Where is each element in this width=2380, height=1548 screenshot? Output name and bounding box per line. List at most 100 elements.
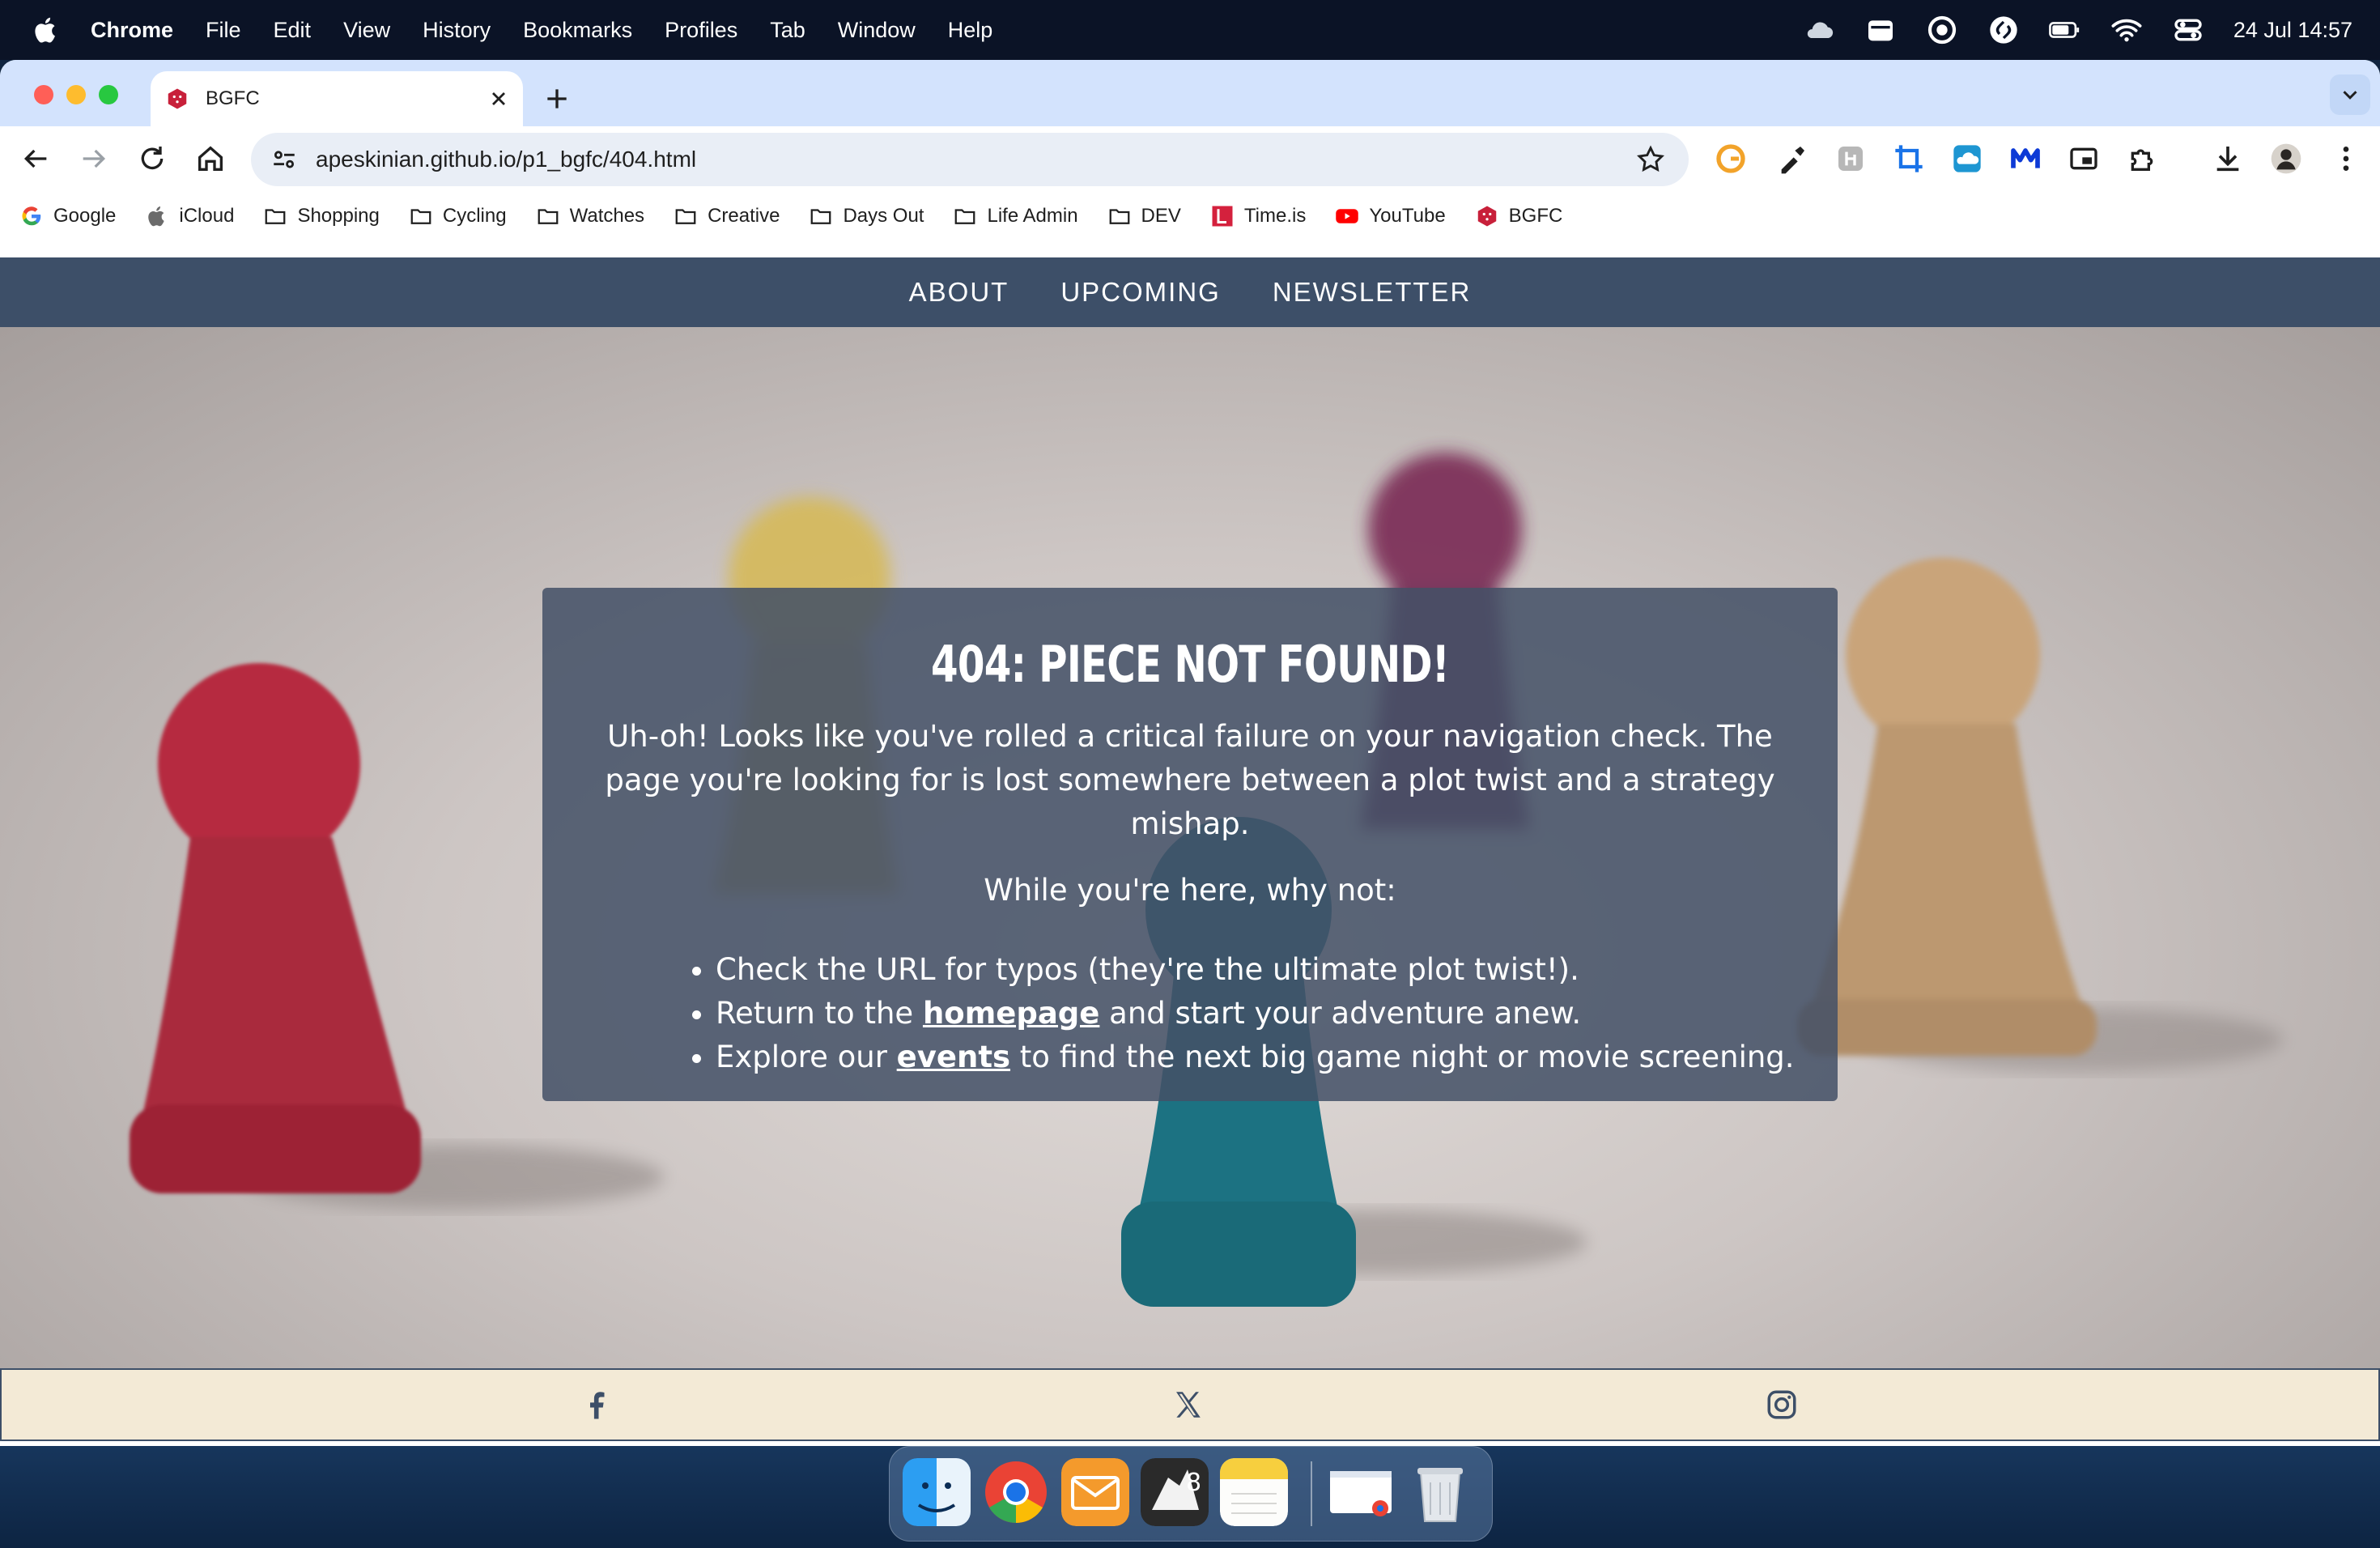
menu-tab[interactable]: Tab: [770, 18, 805, 43]
bookmark-google[interactable]: Google: [19, 204, 116, 228]
menu-history[interactable]: History: [423, 18, 491, 43]
bookmark-folder-cycling[interactable]: Cycling: [409, 204, 507, 228]
bookmark-label: iCloud: [179, 205, 235, 227]
calendar-icon[interactable]: [1864, 14, 1897, 46]
close-window-button[interactable]: [34, 85, 53, 104]
nav-newsletter[interactable]: NEWSLETTER: [1273, 277, 1472, 308]
menu-app-name[interactable]: Chrome: [91, 18, 173, 43]
site-info-icon[interactable]: [270, 146, 298, 173]
svg-text:8: 8: [1186, 1469, 1201, 1497]
timeis-icon: [1212, 206, 1233, 227]
game-app-icon[interactable]: 8: [1141, 1458, 1209, 1526]
close-tab-icon[interactable]: [487, 87, 510, 110]
more-icon[interactable]: [2330, 142, 2362, 175]
nav-about[interactable]: ABOUT: [909, 277, 1009, 308]
chrome-window-thumbnail[interactable]: [1327, 1458, 1395, 1526]
dock: 8: [889, 1446, 1493, 1542]
malwarebytes-icon[interactable]: [2009, 142, 2042, 175]
dock-divider: [1311, 1461, 1312, 1526]
bookmark-folder-watches[interactable]: Watches: [536, 204, 644, 228]
bookmark-label: Google: [53, 205, 117, 227]
finder-icon[interactable]: [903, 1458, 971, 1526]
minimize-window-button[interactable]: [66, 85, 86, 104]
bookmark-youtube[interactable]: YouTube: [1335, 204, 1446, 228]
menu-edit[interactable]: Edit: [274, 18, 312, 43]
new-tab-icon[interactable]: [541, 83, 573, 115]
menubar-clock[interactable]: 24 Jul 14:57: [2233, 18, 2352, 43]
bookmark-folder-creative[interactable]: Creative: [674, 204, 780, 228]
battery-icon[interactable]: [2049, 14, 2081, 46]
reload-icon[interactable]: [136, 142, 168, 175]
folder-icon: [675, 209, 696, 224]
bookmark-folder-shopping[interactable]: Shopping: [263, 204, 380, 228]
folder-icon: [1109, 209, 1129, 224]
picture-in-picture-icon[interactable]: [2068, 142, 2100, 175]
forward-icon[interactable]: [78, 142, 110, 175]
dice-icon: [168, 88, 187, 109]
facebook-icon[interactable]: [579, 1388, 613, 1422]
google-icon: [22, 206, 41, 226]
menu-help[interactable]: Help: [948, 18, 993, 43]
wifi-icon[interactable]: [2110, 14, 2143, 46]
bookmark-label: Time.is: [1243, 205, 1307, 227]
download-icon[interactable]: [2212, 142, 2244, 175]
macos-menu-bar: Chrome File Edit View History Bookmarks …: [0, 0, 2380, 60]
shazam-icon[interactable]: [1987, 14, 2020, 46]
tip-text: and start your adventure anew.: [1099, 996, 1582, 1031]
menu-window[interactable]: Window: [838, 18, 916, 43]
tip-text: Explore our: [716, 1040, 897, 1074]
tip-item: Return to the homepage and start your ad…: [716, 992, 1838, 1036]
control-center-icon[interactable]: [2172, 14, 2204, 46]
folder-icon: [538, 209, 558, 224]
home-icon[interactable]: [194, 142, 227, 175]
profile-avatar[interactable]: [2270, 142, 2302, 175]
bookmark-folder-dev[interactable]: DEV: [1107, 204, 1181, 228]
bookmark-bgfc[interactable]: BGFC: [1475, 204, 1562, 228]
tab-search-button[interactable]: [2330, 74, 2370, 115]
menu-profiles[interactable]: Profiles: [665, 18, 737, 43]
tab-bgfc[interactable]: BGFC: [151, 71, 523, 126]
site-footer: [0, 1368, 2380, 1441]
bookmarks-bar: Google iCloud Shopping Cycling Watches C…: [0, 191, 2380, 241]
back-icon[interactable]: [19, 142, 52, 175]
mail-icon[interactable]: [1061, 1458, 1129, 1526]
bookmark-timeis[interactable]: Time.is: [1210, 204, 1306, 228]
focus-icon[interactable]: [1926, 14, 1958, 46]
tab-title: BGFC: [206, 87, 260, 109]
error-prompt: While you're here, why not:: [984, 873, 1396, 908]
menu-view[interactable]: View: [343, 18, 390, 43]
crop-icon[interactable]: [1893, 142, 1925, 175]
homepage-link[interactable]: homepage: [923, 996, 1099, 1031]
menu-file[interactable]: File: [206, 18, 241, 43]
x-icon[interactable]: [1171, 1388, 1205, 1422]
cloud-extension-icon[interactable]: [1951, 142, 1983, 175]
bookmark-label: Watches: [569, 205, 645, 227]
apple-menu-icon[interactable]: [31, 15, 62, 45]
notes-icon[interactable]: [1220, 1458, 1288, 1526]
bookmark-folder-life-admin[interactable]: Life Admin: [953, 204, 1078, 228]
site-navigation: ABOUT UPCOMING NEWSLETTER: [0, 257, 2380, 327]
eyedropper-icon[interactable]: [1776, 142, 1808, 175]
address-text[interactable]: apeskinian.github.io/p1_bgfc/404.html: [316, 147, 1635, 172]
apple-icon: [148, 206, 165, 227]
dice-icon: [1477, 206, 1496, 227]
folder-icon: [955, 209, 975, 224]
cloud-icon[interactable]: [1803, 14, 1835, 46]
bookmark-star-icon[interactable]: [1635, 144, 1666, 175]
events-link[interactable]: events: [897, 1040, 1010, 1074]
grammarly-icon[interactable]: [1715, 142, 1747, 175]
bookmark-folder-days-out[interactable]: Days Out: [809, 204, 924, 228]
trash-icon[interactable]: [1406, 1458, 1474, 1526]
address-bar[interactable]: apeskinian.github.io/p1_bgfc/404.html: [251, 133, 1689, 186]
bookmark-label: Creative: [708, 205, 780, 227]
instagram-icon[interactable]: [1765, 1388, 1799, 1422]
puzzle-icon[interactable]: [2126, 142, 2158, 175]
extension-h-icon[interactable]: [1834, 142, 1867, 175]
zoom-window-button[interactable]: [99, 85, 118, 104]
bookmark-label: YouTube: [1369, 205, 1446, 227]
chrome-icon[interactable]: [982, 1458, 1050, 1526]
folder-icon: [266, 209, 286, 224]
nav-upcoming[interactable]: UPCOMING: [1060, 277, 1221, 308]
menu-bookmarks[interactable]: Bookmarks: [523, 18, 632, 43]
bookmark-icloud[interactable]: iCloud: [145, 204, 234, 228]
